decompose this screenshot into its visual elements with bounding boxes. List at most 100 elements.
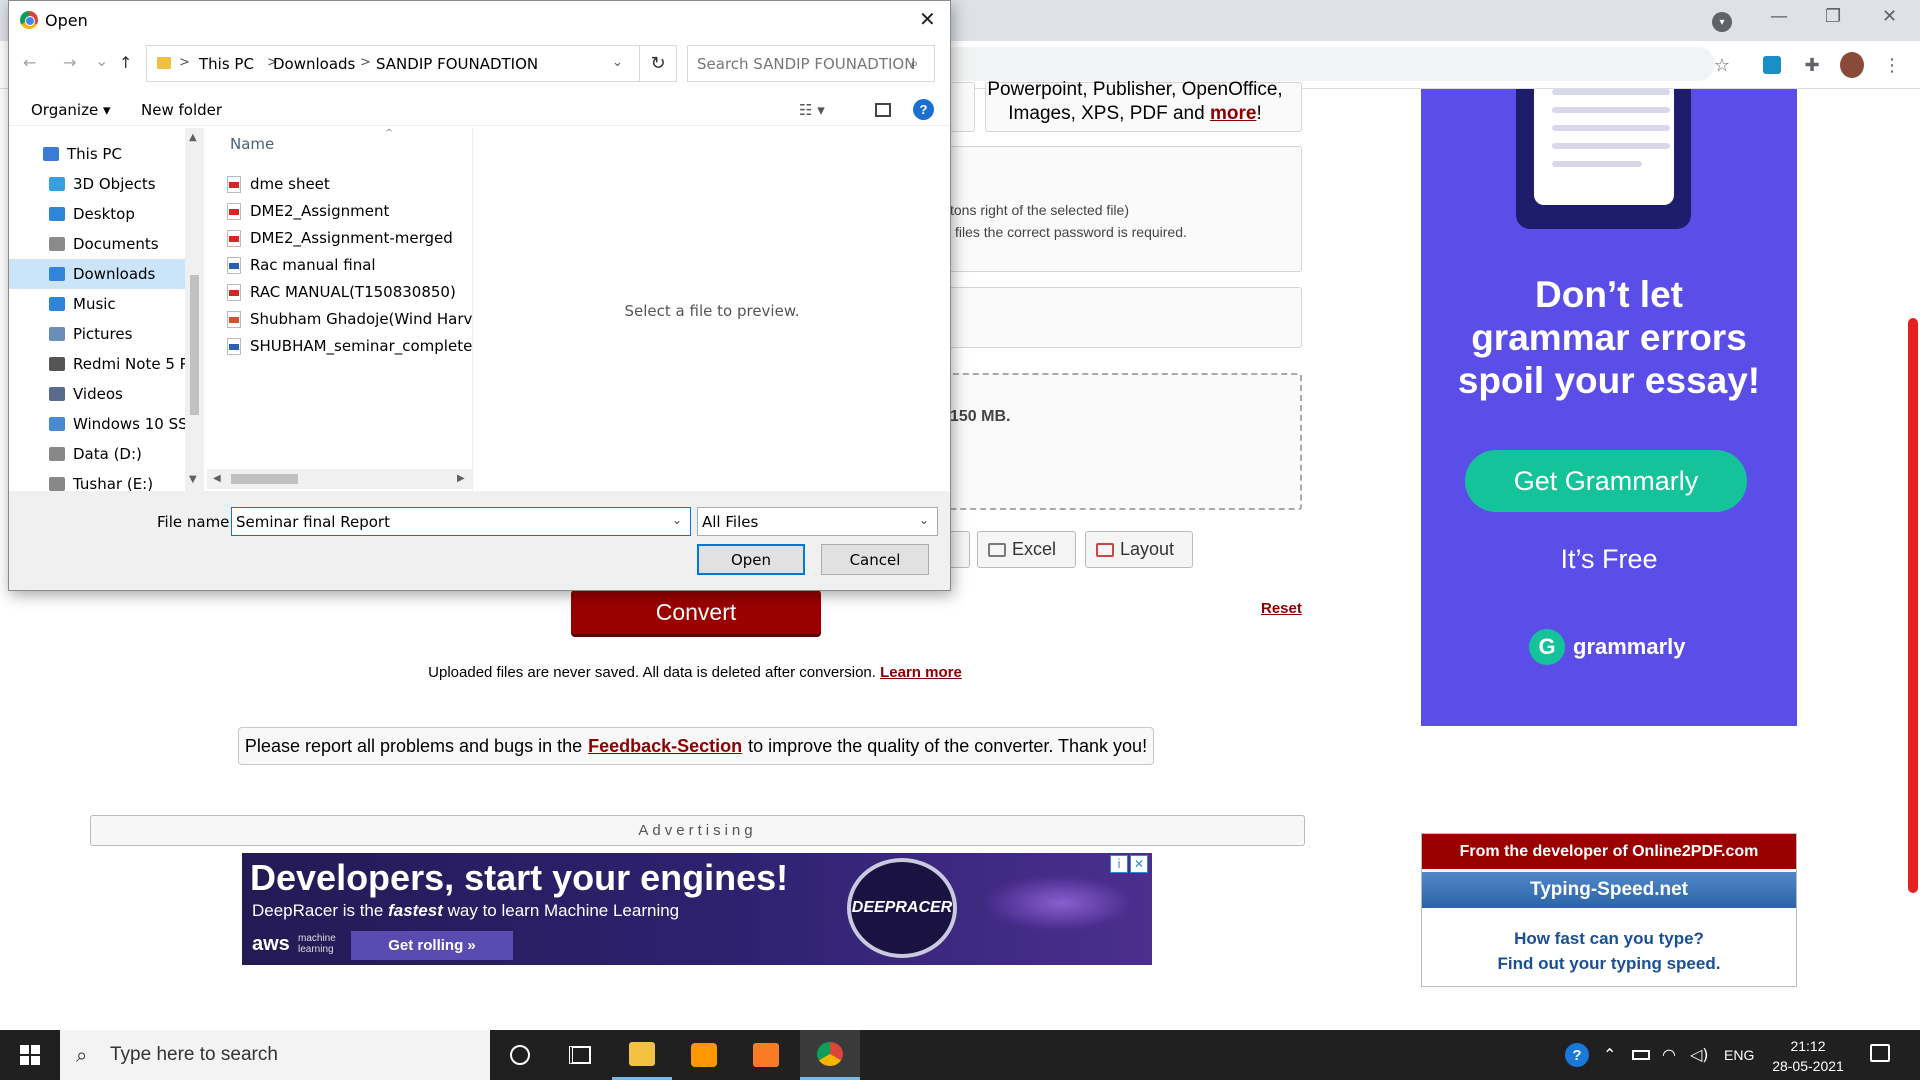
scroll-up-icon[interactable]: ▲ bbox=[189, 132, 197, 143]
puzzle-icon[interactable]: ✚ bbox=[1800, 53, 1824, 77]
restore-button[interactable]: ❐ bbox=[1825, 6, 1841, 27]
convert-button[interactable]: Convert bbox=[571, 590, 821, 637]
file-row[interactable]: Rac manual final bbox=[227, 252, 472, 278]
grammarly-ad[interactable]: Don’t let grammar errors spoil your essa… bbox=[1421, 89, 1797, 726]
file-row[interactable]: RAC MANUAL(T150830850) bbox=[227, 279, 472, 305]
scroll-left-icon[interactable]: ◀ bbox=[213, 473, 221, 484]
file-row[interactable]: Shubham Ghadoje(Wind Harve bbox=[227, 306, 472, 332]
breadcrumb-this-pc[interactable]: This PC bbox=[199, 55, 254, 73]
tab-search-icon[interactable]: ▾ bbox=[1712, 12, 1732, 32]
dialog-titlebar[interactable]: Open ✕ bbox=[9, 1, 950, 39]
open-button[interactable]: Open bbox=[697, 544, 805, 575]
breadcrumb-downloads[interactable]: Downloads bbox=[273, 55, 355, 73]
file-explorer-icon[interactable] bbox=[612, 1030, 672, 1080]
help-tray-icon[interactable]: ? bbox=[1565, 1043, 1589, 1067]
layout-button[interactable]: Layout bbox=[1085, 531, 1193, 568]
nav-item-data-d[interactable]: Data (D:) bbox=[9, 439, 185, 469]
preview-pane-icon[interactable] bbox=[875, 103, 891, 117]
up-arrow-icon[interactable]: ↑ bbox=[119, 53, 132, 72]
help-icon[interactable]: ? bbox=[913, 99, 934, 120]
feedback-section-link[interactable]: Feedback-Section bbox=[588, 736, 742, 757]
learn-more-link[interactable]: Learn more bbox=[880, 664, 962, 681]
nav-item-label: Desktop bbox=[73, 205, 135, 223]
column-header-name[interactable]: Name bbox=[230, 135, 274, 153]
volume-icon[interactable]: ◁) bbox=[1690, 1045, 1709, 1064]
ad-subtext: DeepRacer is the fastest way to learn Ma… bbox=[252, 901, 679, 921]
pdf-file-icon bbox=[227, 229, 241, 247]
page-scrollbar[interactable] bbox=[1908, 318, 1918, 893]
folder-search-input[interactable]: Search SANDIP FOUNADTION ⌕ bbox=[687, 45, 935, 82]
file-row[interactable]: DME2_Assignment bbox=[227, 198, 472, 224]
file-name-input[interactable]: Seminar final Report ⌄ bbox=[231, 507, 691, 536]
back-arrow-icon[interactable]: ← bbox=[23, 53, 36, 72]
nav-item-redmi-note-5-pr[interactable]: Redmi Note 5 Pr bbox=[9, 349, 185, 379]
file-row[interactable]: DME2_Assignment-merged bbox=[227, 225, 472, 251]
sublime-text-icon[interactable] bbox=[674, 1030, 734, 1080]
scroll-down-icon[interactable]: ▼ bbox=[189, 474, 197, 485]
address-bar[interactable] bbox=[940, 47, 1715, 81]
reset-link[interactable]: Reset bbox=[1261, 600, 1302, 617]
recent-locations-icon[interactable]: ⌄ bbox=[95, 51, 108, 70]
clock[interactable]: 21:12 28-05-2021 bbox=[1768, 1036, 1848, 1076]
nav-scrollbar[interactable]: ▲ ▼ bbox=[185, 128, 204, 491]
nav-item-pictures[interactable]: Pictures bbox=[9, 319, 185, 349]
ad-info-icon[interactable]: i bbox=[1110, 855, 1128, 873]
cancel-button[interactable]: Cancel bbox=[821, 544, 929, 575]
excel-button[interactable]: Excel bbox=[977, 531, 1076, 568]
doc-file-icon bbox=[227, 256, 241, 274]
nav-item-this-pc[interactable]: This PC bbox=[9, 139, 185, 169]
avatar[interactable] bbox=[1840, 52, 1864, 78]
file-row[interactable]: SHUBHAM_seminar_complete bbox=[227, 333, 472, 359]
nav-item-3d-objects[interactable]: 3D Objects bbox=[9, 169, 185, 199]
forward-arrow-icon[interactable]: → bbox=[63, 53, 76, 72]
close-window-button[interactable]: ✕ bbox=[1882, 6, 1897, 27]
file-row[interactable]: dme sheet bbox=[227, 171, 472, 197]
get-grammarly-button[interactable]: Get Grammarly bbox=[1465, 450, 1747, 512]
taskbar-search-box[interactable]: ⌕ Type here to search bbox=[60, 1030, 490, 1080]
aws-deepracer-ad[interactable]: Developers, start your engines! DeepRace… bbox=[242, 853, 1152, 965]
language-indicator[interactable]: ENG bbox=[1724, 1047, 1754, 1063]
dialog-close-button[interactable]: ✕ bbox=[919, 7, 936, 31]
address-dropdown-icon[interactable]: ⌄ bbox=[612, 55, 623, 70]
file-type-select[interactable]: All Files ⌄ bbox=[697, 507, 938, 536]
notifications-icon[interactable] bbox=[1870, 1044, 1890, 1062]
file-dropzone[interactable] bbox=[920, 373, 1302, 510]
nav-item-desktop[interactable]: Desktop bbox=[9, 199, 185, 229]
menu-icon[interactable]: ⋮ bbox=[1880, 53, 1904, 77]
nav-item-windows-10-ssd[interactable]: Windows 10 SSD bbox=[9, 409, 185, 439]
h-scroll-thumb[interactable] bbox=[231, 474, 298, 484]
documents-icon bbox=[49, 237, 65, 251]
show-hidden-icons[interactable]: ⌃ bbox=[1603, 1045, 1616, 1064]
wifi-icon[interactable]: ◠ bbox=[1662, 1045, 1676, 1064]
nav-scroll-thumb[interactable] bbox=[190, 275, 199, 415]
nav-item-label: This PC bbox=[67, 145, 122, 163]
chrome-icon[interactable] bbox=[800, 1030, 860, 1080]
nav-item-documents[interactable]: Documents bbox=[9, 229, 185, 259]
star-icon[interactable]: ☆ bbox=[1710, 53, 1734, 77]
extension-icon[interactable] bbox=[1760, 53, 1784, 77]
refresh-icon[interactable]: ↻ bbox=[640, 45, 677, 82]
task-view-icon[interactable] bbox=[550, 1030, 610, 1080]
breadcrumb-current-folder[interactable]: SANDIP FOUNADTION bbox=[376, 55, 538, 73]
new-folder-button[interactable]: New folder bbox=[141, 101, 222, 119]
xampp-icon[interactable] bbox=[736, 1030, 796, 1080]
nav-item-music[interactable]: Music bbox=[9, 289, 185, 319]
start-button[interactable] bbox=[0, 1030, 60, 1080]
get-rolling-button[interactable]: Get rolling » bbox=[351, 931, 513, 960]
organize-menu[interactable]: Organize ▾ bbox=[31, 101, 111, 119]
typing-speed-promo[interactable]: From the developer of Online2PDF.com Typ… bbox=[1421, 833, 1797, 987]
view-options-icon[interactable]: ☷ ▾ bbox=[799, 101, 825, 119]
battery-icon[interactable] bbox=[1632, 1050, 1650, 1060]
typing-speed-title[interactable]: Typing-Speed.net bbox=[1422, 872, 1796, 908]
dialog-address-bar[interactable]: > This PC > Downloads > SANDIP FOUNADTIO… bbox=[146, 45, 640, 82]
minimize-button[interactable]: — bbox=[1770, 6, 1788, 27]
windows-logo-icon bbox=[20, 1045, 40, 1065]
cortana-icon[interactable] bbox=[490, 1030, 550, 1080]
horizontal-scrollbar[interactable]: ◀ ▶ bbox=[207, 469, 472, 489]
nav-item-downloads[interactable]: Downloads bbox=[9, 259, 185, 289]
nav-item-videos[interactable]: Videos bbox=[9, 379, 185, 409]
chevron-down-icon[interactable]: ⌄ bbox=[672, 513, 682, 527]
ad-close-icon[interactable]: ✕ bbox=[1130, 855, 1148, 873]
scroll-right-icon[interactable]: ▶ bbox=[457, 473, 465, 484]
more-link[interactable]: more bbox=[1210, 103, 1256, 124]
